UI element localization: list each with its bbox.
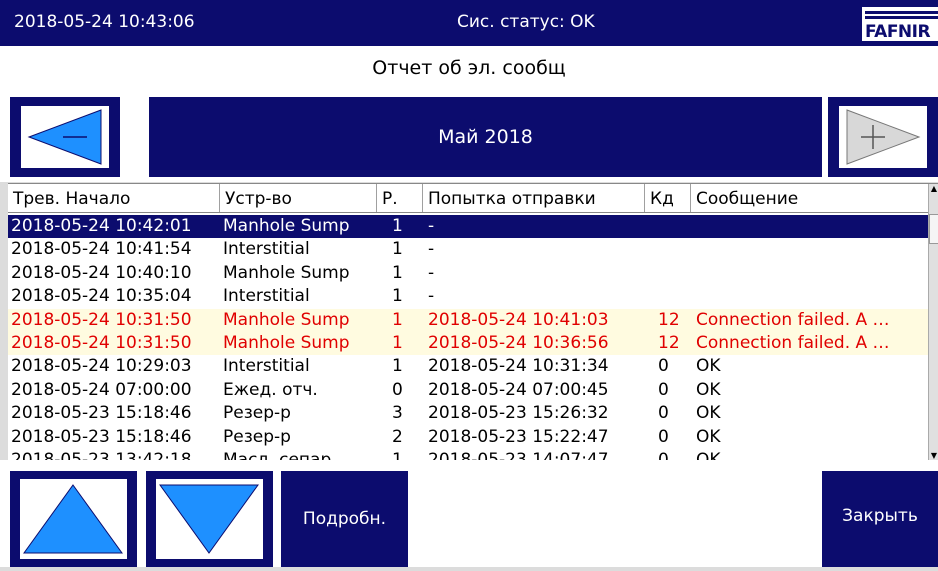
col-device[interactable]: Устр-во xyxy=(220,184,377,212)
month-display: Май 2018 xyxy=(149,97,822,177)
fafnir-logo: FAFNIR xyxy=(862,7,938,41)
next-month-button[interactable] xyxy=(828,97,938,177)
cell-attempt: 2018-05-24 07:00:45 xyxy=(428,379,609,400)
month-label: Май 2018 xyxy=(438,126,533,148)
cell-attempt: 2018-05-24 10:31:34 xyxy=(428,356,609,377)
table-row[interactable]: 2018-05-24 10:41:54 Interstitial 1 - xyxy=(8,238,928,261)
next-arrow-icon xyxy=(839,106,927,168)
table-row[interactable]: 2018-05-24 10:31:50 Manhole Sump 1 2018-05-… xyxy=(8,331,928,356)
cell-start: 2018-05-24 10:42:01 xyxy=(11,216,192,236)
cell-p: 0 xyxy=(392,379,403,400)
cell-start: 2018-05-23 15:18:46 xyxy=(11,426,192,447)
table-header: Трев. Начало Устр-во Р. Попытка отправки… xyxy=(8,184,928,213)
cell-p: 1 xyxy=(392,216,403,236)
cell-p: 1 xyxy=(392,356,403,377)
cell-kd: 0 xyxy=(658,426,669,447)
prev-arrow-icon xyxy=(21,106,109,168)
cell-p: 1 xyxy=(392,332,403,353)
table-scrollbar[interactable]: ▲ ▼ xyxy=(928,184,938,460)
cell-attempt: 2018-05-23 15:26:32 xyxy=(428,403,609,424)
close-button[interactable]: Закрыть xyxy=(822,471,938,567)
cell-attempt: - xyxy=(428,216,435,236)
table-row[interactable]: 2018-05-24 10:29:03 Interstitial 1 2018-05-… xyxy=(8,355,928,378)
current-datetime: 2018-05-24 10:43:06 xyxy=(14,12,195,32)
table-body: 2018-05-24 10:42:01 Manhole Sump 1-2018-05… xyxy=(8,215,928,460)
scroll-up-button[interactable] xyxy=(10,471,137,567)
col-send-attempt[interactable]: Попытка отправки xyxy=(423,184,645,212)
cell-kd: 12 xyxy=(658,309,680,330)
cell-kd: 12 xyxy=(658,332,680,353)
cell-kd: 0 xyxy=(658,403,669,424)
system-status: Сис. статус: OK xyxy=(457,12,595,32)
cell-p: 2 xyxy=(392,426,403,447)
cell-device: Manhole Sump xyxy=(223,309,350,330)
table-row[interactable]: 2018-05-24 10:42:01 Manhole Sump 1 - xyxy=(8,215,928,239)
bottom-toolbar xyxy=(0,460,938,567)
cell-attempt: - xyxy=(428,262,435,283)
table-row[interactable]: 2018-05-24 07:00:00 Ежед. отч. 0 2018-05-24… xyxy=(8,379,928,402)
cell-device: Manhole Sump xyxy=(223,216,350,236)
cell-msg: Connection failed. A … xyxy=(696,332,890,353)
cell-start: 2018-05-24 10:29:03 xyxy=(11,356,192,377)
cell-attempt: 2018-05-23 15:22:47 xyxy=(428,426,609,447)
cell-device: Interstitial xyxy=(223,239,310,260)
col-code[interactable]: Кд xyxy=(645,184,691,212)
cell-device: Manhole Sump xyxy=(223,262,350,283)
table-row[interactable]: 2018-05-24 10:35:04 Interstitial 1 - xyxy=(8,285,928,308)
email-report-table: Трев. Начало Устр-во Р. Попытка отправки… xyxy=(8,183,938,461)
close-label: Закрыть xyxy=(842,506,918,526)
cell-p: 1 xyxy=(392,239,403,260)
cell-start: 2018-05-23 15:18:46 xyxy=(11,403,192,424)
cell-device: Ежед. отч. xyxy=(223,379,318,400)
cell-kd: 0 xyxy=(658,379,669,400)
cell-device: Interstitial xyxy=(223,286,310,307)
cell-device: Резер-р xyxy=(223,403,291,424)
scroll-thumb[interactable] xyxy=(929,214,938,244)
cell-device: Manhole Sump xyxy=(223,332,350,353)
col-priority[interactable]: Р. xyxy=(377,184,423,212)
cell-msg: Connection failed. A … xyxy=(696,309,890,330)
cell-msg: OK xyxy=(696,356,721,377)
title-bar: Отчет об эл. сообщ xyxy=(0,46,938,91)
up-arrow-icon xyxy=(20,479,127,559)
cell-attempt: - xyxy=(428,239,435,260)
cell-msg: OK xyxy=(696,426,721,447)
cell-start: 2018-05-24 10:35:04 xyxy=(11,286,192,307)
cell-device: Резер-р xyxy=(223,426,291,447)
cell-start: 2018-05-24 10:41:54 xyxy=(11,239,192,260)
down-arrow-icon xyxy=(156,479,263,559)
top-status-bar: 2018-05-24 10:43:06 Сис. статус: OK FAFN… xyxy=(0,0,938,46)
scroll-down-icon[interactable]: ▼ xyxy=(929,451,938,460)
scroll-down-button[interactable] xyxy=(146,471,273,567)
cell-attempt: 2018-05-24 10:36:56 xyxy=(428,332,609,353)
cell-msg: OK xyxy=(696,379,721,400)
cell-p: 1 xyxy=(392,262,403,283)
cell-attempt: - xyxy=(428,286,435,307)
details-label: Подробн. xyxy=(302,509,387,529)
cell-kd: 0 xyxy=(658,356,669,377)
table-row[interactable]: 2018-05-24 10:40:10 Manhole Sump 1 - xyxy=(8,262,928,285)
prev-month-button[interactable] xyxy=(10,97,120,177)
cell-start: 2018-05-24 10:31:50 xyxy=(11,309,192,330)
cell-start: 2018-05-24 10:31:50 xyxy=(11,332,192,353)
col-message[interactable]: Сообщение xyxy=(691,184,928,212)
cell-p: 1 xyxy=(392,309,403,330)
cell-start: 2018-05-24 07:00:00 xyxy=(11,379,192,400)
cell-p: 3 xyxy=(392,403,403,424)
cell-p: 1 xyxy=(392,286,403,307)
col-alarm-start[interactable]: Трев. Начало xyxy=(8,184,220,212)
cell-start: 2018-05-24 10:40:10 xyxy=(11,262,192,283)
scroll-up-icon[interactable]: ▲ xyxy=(929,184,938,193)
table-row[interactable]: 2018-05-23 15:18:46 Резер-р 3 2018-05-23 15… xyxy=(8,402,928,425)
cell-msg: OK xyxy=(696,403,721,424)
table-row[interactable]: 2018-05-23 15:18:46 Резер-р 2 2018-05-23 15… xyxy=(8,426,928,449)
cell-device: Interstitial xyxy=(223,356,310,377)
cell-attempt: 2018-05-24 10:41:03 xyxy=(428,309,609,330)
table-row[interactable]: 2018-05-24 10:31:50 Manhole Sump 1 2018-05-… xyxy=(8,308,928,332)
page-title: Отчет об эл. сообщ xyxy=(372,57,566,79)
details-button[interactable]: Подробн. xyxy=(281,471,408,567)
